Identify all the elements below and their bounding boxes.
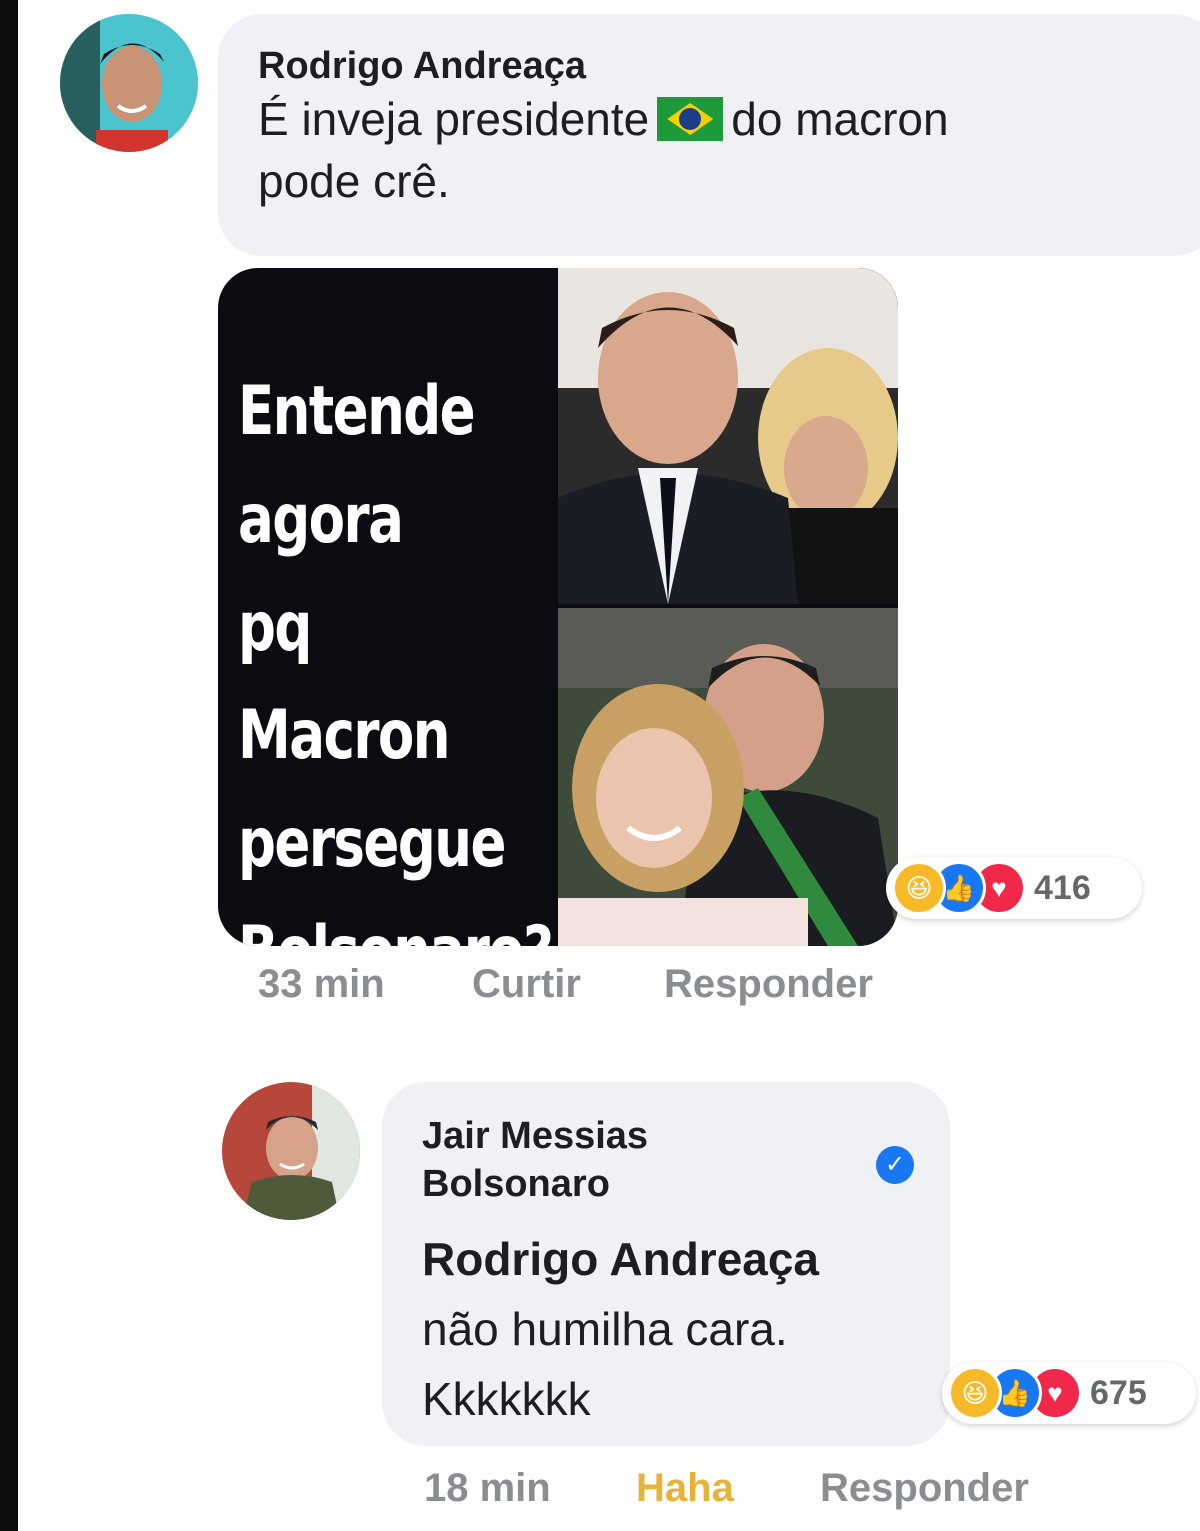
reaction-count: 416 [1034, 868, 1091, 907]
comment-text: É inveja presidente do macron pode crê. [258, 88, 1178, 212]
haha-reaction-button[interactable]: Haha [636, 1466, 734, 1511]
comment-image[interactable]: Entende agora pq Macron persegue Bolsona… [218, 268, 898, 946]
comment-text-line1: não humilha cara. [422, 1303, 788, 1355]
comment-text-part2: do macron [731, 93, 949, 145]
reply-button[interactable]: Responder [820, 1466, 1029, 1511]
avatar-rodrigo-image [60, 14, 198, 152]
author-name-line2: Bolsonaro [422, 1163, 610, 1205]
comment-timestamp[interactable]: 33 min [258, 962, 385, 1007]
comment-text-part1: É inveja presidente [258, 93, 650, 145]
comment-text-line2: pode crê. [258, 155, 450, 207]
comment-author[interactable]: Rodrigo Andreaça [258, 42, 586, 90]
meme-photo-bottom [558, 608, 898, 946]
like-button[interactable]: Curtir [472, 962, 581, 1007]
avatar-rodrigo[interactable] [60, 14, 198, 152]
comment-bubble-bolsonaro: Jair Messias Bolsonaro ✓ Rodrigo Andreaç… [382, 1082, 950, 1446]
brazil-flag-icon [657, 97, 724, 141]
reply-button[interactable]: Responder [664, 962, 873, 1007]
comment-bubble-rodrigo: Rodrigo Andreaça É inveja presidente do m… [218, 14, 1200, 256]
comment-author[interactable]: Jair Messias Bolsonaro [422, 1112, 648, 1208]
meme-caption: Entende agora pq Macron persegue Bolsona… [238, 372, 554, 946]
verified-badge-icon: ✓ [876, 1146, 914, 1184]
avatar-bolsonaro[interactable] [222, 1082, 360, 1220]
reactions-summary-comment2[interactable]: 😆 👍 ♥ 675 [942, 1362, 1196, 1424]
meme-photo-top [558, 268, 898, 604]
reactions-summary-comment1[interactable]: 😆 👍 ♥ 416 [886, 857, 1142, 919]
reaction-count: 675 [1090, 1373, 1147, 1412]
comment-text: Rodrigo Andreaça não humilha cara. Kkkkk… [422, 1224, 922, 1434]
comment-text-line2: Kkkkkkk [422, 1373, 591, 1425]
mention-link[interactable]: Rodrigo Andreaça [422, 1233, 819, 1285]
haha-reaction-icon: 😆 [892, 861, 946, 915]
left-border [0, 0, 18, 1531]
avatar-bolsonaro-image [222, 1082, 360, 1220]
haha-reaction-icon: 😆 [948, 1366, 1002, 1420]
comment-timestamp[interactable]: 18 min [424, 1466, 551, 1511]
author-name-line1: Jair Messias [422, 1115, 649, 1157]
